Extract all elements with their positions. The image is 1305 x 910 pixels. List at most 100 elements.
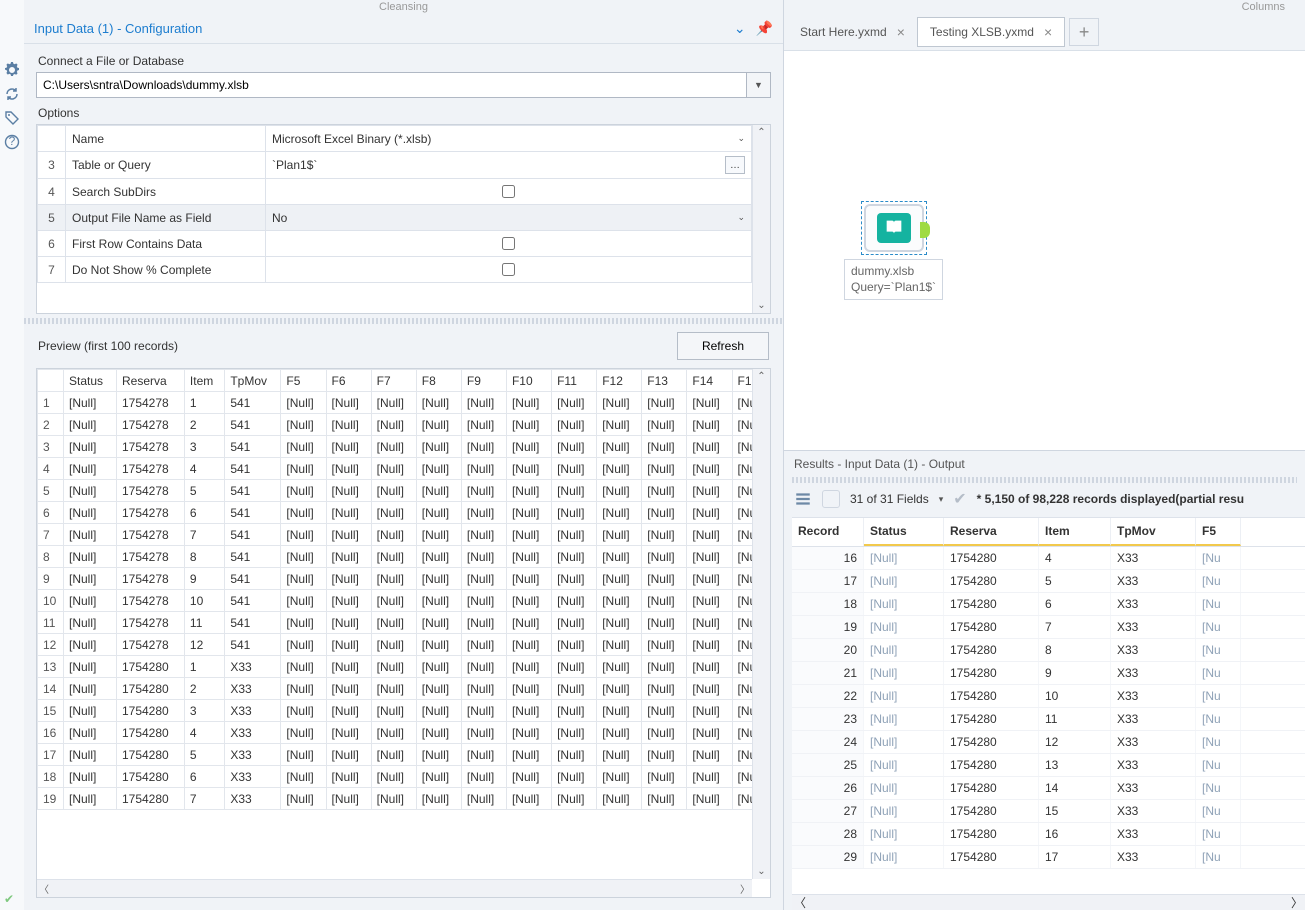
option-row[interactable]: 5Output File Name as FieldNo⌄ <box>38 205 752 231</box>
tag-icon[interactable] <box>4 110 20 126</box>
preview-column-header[interactable]: TpMov <box>225 370 281 392</box>
preview-cell: [Null] <box>461 678 506 700</box>
results-row[interactable]: 26[Null]175428014X33[Nu <box>792 777 1305 800</box>
refresh-button[interactable]: Refresh <box>677 332 769 360</box>
preview-row[interactable]: 1[Null]17542781541[Null][Null][Null][Nul… <box>38 392 770 414</box>
chevron-down-icon[interactable]: ⌄ <box>737 133 745 144</box>
results-row[interactable]: 24[Null]175428012X33[Nu <box>792 731 1305 754</box>
check-icon[interactable]: ✔ <box>953 489 966 509</box>
results-column-header[interactable]: Record <box>792 518 864 546</box>
close-icon[interactable]: × <box>1044 24 1052 40</box>
preview-column-header[interactable]: F5 <box>281 370 326 392</box>
results-row[interactable]: 20[Null]17542808X33[Nu <box>792 639 1305 662</box>
preview-row[interactable]: 2[Null]17542782541[Null][Null][Null][Nul… <box>38 414 770 436</box>
option-row[interactable]: 6First Row Contains Data <box>38 231 752 257</box>
option-row[interactable]: 7Do Not Show % Complete <box>38 257 752 283</box>
preview-row[interactable]: 12[Null]175427812541[Null][Null][Null][N… <box>38 634 770 656</box>
results-row[interactable]: 18[Null]17542806X33[Nu <box>792 593 1305 616</box>
opt-col-value[interactable]: Microsoft Excel Binary (*.xlsb)⌄ <box>266 126 752 152</box>
preview-row[interactable]: 16[Null]17542804X33[Null][Null][Null][Nu… <box>38 722 770 744</box>
workflow-tab[interactable]: Testing XLSB.yxmd× <box>917 17 1065 47</box>
preview-column-header[interactable]: F6 <box>326 370 371 392</box>
help-icon[interactable]: ? <box>4 134 20 150</box>
results-row[interactable]: 27[Null]175428015X33[Nu <box>792 800 1305 823</box>
output-anchor[interactable] <box>920 222 930 238</box>
chevron-down-icon[interactable]: ▾ <box>939 494 944 505</box>
results-column-header[interactable]: Reserva <box>944 518 1039 546</box>
preview-row[interactable]: 6[Null]17542786541[Null][Null][Null][Nul… <box>38 502 770 524</box>
results-column-header[interactable]: F5 <box>1196 518 1241 546</box>
workflow-canvas[interactable]: dummy.xlsb Query=`Plan1$` <box>784 51 1305 450</box>
results-row[interactable]: 17[Null]17542805X33[Nu <box>792 570 1305 593</box>
results-column-header[interactable]: Item <box>1039 518 1111 546</box>
preview-row[interactable]: 10[Null]175427810541[Null][Null][Null][N… <box>38 590 770 612</box>
add-tab-button[interactable]: + <box>1069 18 1099 46</box>
browse-button[interactable]: … <box>725 156 745 174</box>
preview-row[interactable]: 9[Null]17542789541[Null][Null][Null][Nul… <box>38 568 770 590</box>
workflow-tab[interactable]: Start Here.yxmd× <box>788 18 917 46</box>
results-row[interactable]: 25[Null]175428013X33[Nu <box>792 754 1305 777</box>
results-column-header[interactable]: Status <box>864 518 944 546</box>
preview-row[interactable]: 3[Null]17542783541[Null][Null][Null][Nul… <box>38 436 770 458</box>
preview-column-header[interactable]: Status <box>64 370 117 392</box>
option-row[interactable]: 3Table or Query`Plan1$`… <box>38 152 752 179</box>
refresh-icon[interactable] <box>4 86 20 102</box>
options-scrollbar[interactable]: ⌃⌄ <box>752 125 770 313</box>
close-icon[interactable]: × <box>897 24 905 40</box>
preview-v-scrollbar[interactable]: ⌃⌄ <box>752 369 770 879</box>
option-checkbox[interactable] <box>502 185 515 198</box>
results-row[interactable]: 23[Null]175428011X33[Nu <box>792 708 1305 731</box>
results-column-header[interactable]: TpMov <box>1111 518 1196 546</box>
option-row[interactable]: 4Search SubDirs <box>38 179 752 205</box>
results-h-scrollbar[interactable]: 〈〉 <box>792 894 1305 910</box>
results-row[interactable]: 21[Null]17542809X33[Nu <box>792 662 1305 685</box>
results-row[interactable]: 29[Null]175428017X33[Nu <box>792 846 1305 869</box>
list-view-icon[interactable] <box>794 490 812 508</box>
results-row[interactable]: 28[Null]175428016X33[Nu <box>792 823 1305 846</box>
preview-row[interactable]: 5[Null]17542785541[Null][Null][Null][Nul… <box>38 480 770 502</box>
preview-column-header[interactable]: F14 <box>687 370 732 392</box>
input-data-tool[interactable]: dummy.xlsb Query=`Plan1$` <box>844 201 943 300</box>
preview-row[interactable]: 7[Null]17542787541[Null][Null][Null][Nul… <box>38 524 770 546</box>
option-value[interactable]: `Plan1$`… <box>266 152 752 179</box>
option-checkbox[interactable] <box>502 237 515 250</box>
fields-count[interactable]: 31 of 31 Fields <box>850 492 929 506</box>
preview-column-header[interactable]: F10 <box>506 370 551 392</box>
results-row[interactable]: 19[Null]17542807X33[Nu <box>792 616 1305 639</box>
preview-row[interactable]: 19[Null]17542807X33[Null][Null][Null][Nu… <box>38 788 770 810</box>
preview-h-scrollbar[interactable]: 〈〉 <box>37 879 752 897</box>
file-path-input[interactable] <box>36 72 747 98</box>
pin-icon[interactable]: 📌 <box>756 20 773 37</box>
results-row[interactable]: 22[Null]175428010X33[Nu <box>792 685 1305 708</box>
preview-row[interactable]: 4[Null]17542784541[Null][Null][Null][Nul… <box>38 458 770 480</box>
preview-column-header[interactable]: F9 <box>461 370 506 392</box>
preview-column-header[interactable]: Item <box>184 370 224 392</box>
preview-column-header[interactable]: F8 <box>416 370 461 392</box>
preview-row[interactable]: 17[Null]17542805X33[Null][Null][Null][Nu… <box>38 744 770 766</box>
option-value[interactable]: No⌄ <box>266 205 752 231</box>
option-value[interactable] <box>266 257 752 283</box>
preview-column-header[interactable]: F13 <box>642 370 687 392</box>
option-value[interactable] <box>266 231 752 257</box>
preview-row[interactable]: 15[Null]17542803X33[Null][Null][Null][Nu… <box>38 700 770 722</box>
chevron-down-icon[interactable]: ⌄ <box>734 20 746 37</box>
preview-cell: 5 <box>184 480 224 502</box>
option-value[interactable] <box>266 179 752 205</box>
preview-column-header[interactable]: F12 <box>597 370 642 392</box>
option-checkbox[interactable] <box>502 263 515 276</box>
preview-row[interactable]: 14[Null]17542802X33[Null][Null][Null][Nu… <box>38 678 770 700</box>
preview-row[interactable]: 8[Null]17542788541[Null][Null][Null][Nul… <box>38 546 770 568</box>
file-path-dropdown[interactable]: ▼ <box>747 72 771 98</box>
gear-icon[interactable] <box>4 62 20 78</box>
preview-column-header[interactable]: F11 <box>552 370 597 392</box>
chevron-down-icon[interactable]: ⌄ <box>737 212 745 223</box>
preview-row[interactable]: 11[Null]175427811541[Null][Null][Null][N… <box>38 612 770 634</box>
results-row[interactable]: 16[Null]17542804X33[Nu <box>792 547 1305 570</box>
preview-column-header[interactable]: Reserva <box>116 370 184 392</box>
preview-column-header[interactable]: F7 <box>371 370 416 392</box>
horizontal-splitter[interactable] <box>24 318 783 324</box>
preview-row[interactable]: 18[Null]17542806X33[Null][Null][Null][Nu… <box>38 766 770 788</box>
preview-row[interactable]: 13[Null]17542801X33[Null][Null][Null][Nu… <box>38 656 770 678</box>
record-number: 24 <box>792 731 864 753</box>
select-rect-icon[interactable] <box>822 490 840 508</box>
